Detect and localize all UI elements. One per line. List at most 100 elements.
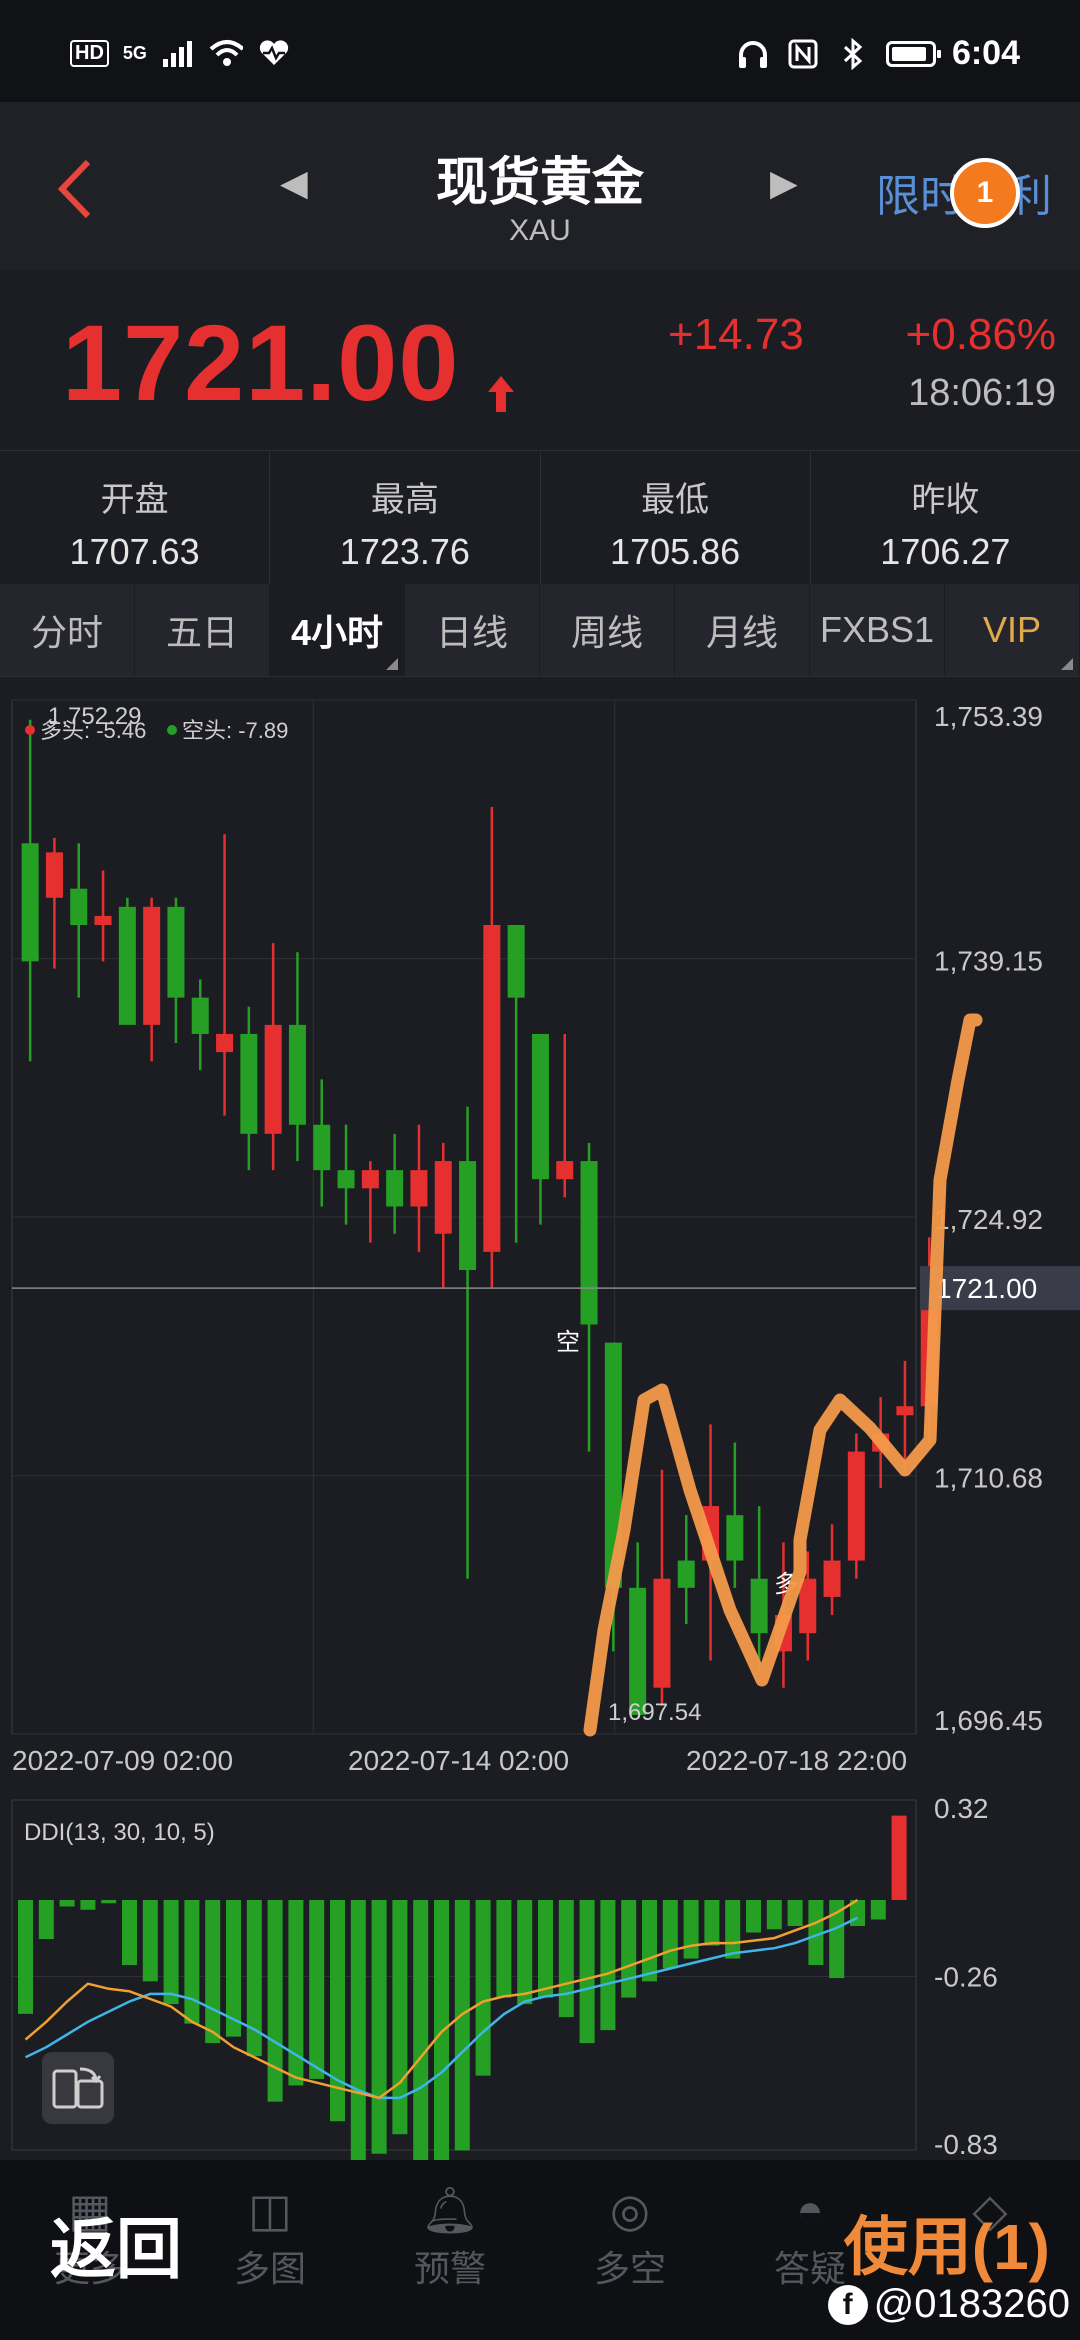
- candle-body: [21, 843, 39, 962]
- indicator-y-tick-label: 0.32: [934, 1793, 989, 1824]
- ddi-indicator-chart[interactable]: 0.32 -0.26 -0.83 DDI(13, 30, 10, 5): [0, 1780, 1080, 2160]
- ddi-bar: [725, 1900, 741, 1959]
- nav-multichart[interactable]: ◫ 多图: [180, 2180, 360, 2320]
- candle-body: [70, 888, 88, 925]
- ddi-bar: [496, 1900, 512, 1998]
- x-tick-label: 2022-07-14 02:00: [348, 1745, 569, 1776]
- notification-badge[interactable]: 1: [950, 158, 1020, 228]
- candle-body: [726, 1515, 744, 1561]
- indicator-y-tick-label: -0.83: [934, 2129, 998, 2160]
- stat-label: 最高: [370, 481, 439, 519]
- tab-fxbs1[interactable]: FXBS1: [810, 584, 945, 676]
- ddi-bar: [766, 1900, 782, 1930]
- candle-body: [143, 906, 161, 1025]
- legend-short-label: 空头: -7.89: [182, 718, 288, 743]
- ddi-bar: [517, 1900, 533, 2005]
- candle-body: [361, 1170, 379, 1189]
- y-tick-label: 1,710.68: [934, 1463, 1043, 1494]
- ddi-bar: [122, 1900, 137, 1966]
- stat-value: 1723.76: [339, 531, 470, 572]
- tab-five-day[interactable]: 五日: [135, 584, 270, 676]
- last-price-tag-label: 1721.00: [936, 1273, 1037, 1304]
- candle-body: [191, 997, 209, 1034]
- candle-body: [483, 924, 501, 1252]
- current-price: 1721.00: [62, 302, 460, 423]
- ddi-bar: [475, 1900, 491, 2076]
- multichart-icon: ◫: [248, 2184, 292, 2236]
- rotate-screen-button[interactable]: [42, 2052, 114, 2124]
- ohlc-stats: 开盘 1707.63 最高 1723.76 最低 1705.86 昨收 1706…: [0, 452, 1080, 585]
- status-bar: HD 5G 6:04: [0, 0, 1080, 102]
- ddi-bar: [101, 1900, 117, 1904]
- candle-body: [847, 1451, 865, 1561]
- price-up-icon: [486, 368, 516, 426]
- candle-body: [167, 906, 185, 998]
- period-tabs: 分时 五日 4小时 日线 周线 月线 FXBS1 VIP: [0, 584, 1080, 677]
- candle-body: [264, 1024, 282, 1134]
- use-button[interactable]: 使用(1): [844, 2196, 1050, 2288]
- nav-longshort[interactable]: ◎ 多空: [540, 2180, 720, 2320]
- bottom-navigation: ▦ 更多 ◫ 多图 🔔︎ 预警 ◎ 多空 ◓ 答疑 ◇ 返回 使用(1) f @…: [0, 2160, 1080, 2340]
- price-change: +14.73: [668, 310, 804, 359]
- ddi-bar: [184, 1900, 200, 2024]
- candle-body: [216, 1033, 234, 1053]
- candle-body: [288, 1024, 306, 1125]
- legend-long-dot: [25, 725, 35, 735]
- ddi-bar: [413, 1900, 429, 2160]
- stat-prev-close: 昨收 1706.27: [811, 452, 1080, 584]
- ddi-bar: [787, 1900, 803, 1927]
- wifi-icon: [209, 36, 243, 70]
- battery-icon: [885, 40, 941, 67]
- candle-body: [94, 915, 112, 925]
- stat-label: 昨收: [911, 481, 980, 519]
- ddi-bar: [142, 1900, 158, 1982]
- nav-label: 预警: [413, 2248, 486, 2289]
- y-tick-label: 1,753.39: [934, 701, 1043, 732]
- ddi-bar: [870, 1900, 886, 1920]
- candle-body: [434, 1161, 452, 1234]
- tab-weekly[interactable]: 周线: [540, 584, 675, 676]
- quote-panel: 1721.00 +14.73 +0.86% 18:06:19: [0, 270, 1080, 451]
- return-button[interactable]: 返回: [50, 2196, 182, 2292]
- stat-label: 最低: [641, 481, 710, 519]
- tab-4h[interactable]: 4小时: [270, 584, 405, 676]
- candle-body: [313, 1124, 331, 1171]
- y-tick-label: 1,739.15: [934, 946, 1043, 977]
- next-instrument-icon[interactable]: ▶: [770, 162, 798, 204]
- min-price-label: 1,697.54: [608, 1699, 701, 1726]
- app-header: ◀ 现货黄金 XAU ▶ 限时福利 1: [0, 102, 1080, 271]
- candle-body: [799, 1578, 817, 1634]
- longshort-icon: ◎: [609, 2184, 651, 2236]
- hd-indicator: HD: [70, 39, 109, 67]
- nav-alert[interactable]: 🔔︎ 预警: [360, 2180, 540, 2320]
- tab-vip[interactable]: VIP: [945, 584, 1080, 676]
- headphones-icon: [736, 37, 770, 71]
- ddi-bar: [434, 1900, 449, 2160]
- ddi-bar: [538, 1900, 553, 1998]
- candle-body: [240, 1033, 258, 1134]
- tab-intraday[interactable]: 分时: [0, 584, 135, 676]
- candlestick-chart[interactable]: 1,753.39 1,739.15 1,724.92 1,710.68 1,696.45…: [0, 680, 1080, 1780]
- ddi-bar: [18, 1900, 33, 2014]
- legend-short-dot: [167, 725, 177, 735]
- ddi-bar: [600, 1900, 616, 2031]
- tab-monthly[interactable]: 月线: [675, 584, 810, 676]
- candle-body: [531, 1033, 549, 1180]
- ddi-bar: [642, 1900, 657, 1982]
- candle-body: [118, 906, 136, 1025]
- x-tick-label: 2022-07-18 22:00: [686, 1745, 907, 1776]
- candle-body: [580, 1161, 598, 1325]
- clock: 6:04: [951, 34, 1020, 72]
- candle-body: [459, 1161, 477, 1271]
- stat-open: 开盘 1707.63: [0, 452, 271, 584]
- nav-label: 多图: [233, 2248, 306, 2289]
- tab-daily[interactable]: 日线: [405, 584, 540, 676]
- ddi-bar: [454, 1900, 470, 2151]
- indicator-title: DDI(13, 30, 10, 5): [24, 1819, 215, 1846]
- ddi-bar: [163, 1900, 179, 2005]
- ddi-bar: [80, 1900, 96, 1910]
- stat-value: 1706.27: [880, 531, 1011, 572]
- ddi-bar: [371, 1900, 387, 2154]
- candle-body: [677, 1560, 695, 1588]
- ddi-bar: [621, 1900, 637, 1998]
